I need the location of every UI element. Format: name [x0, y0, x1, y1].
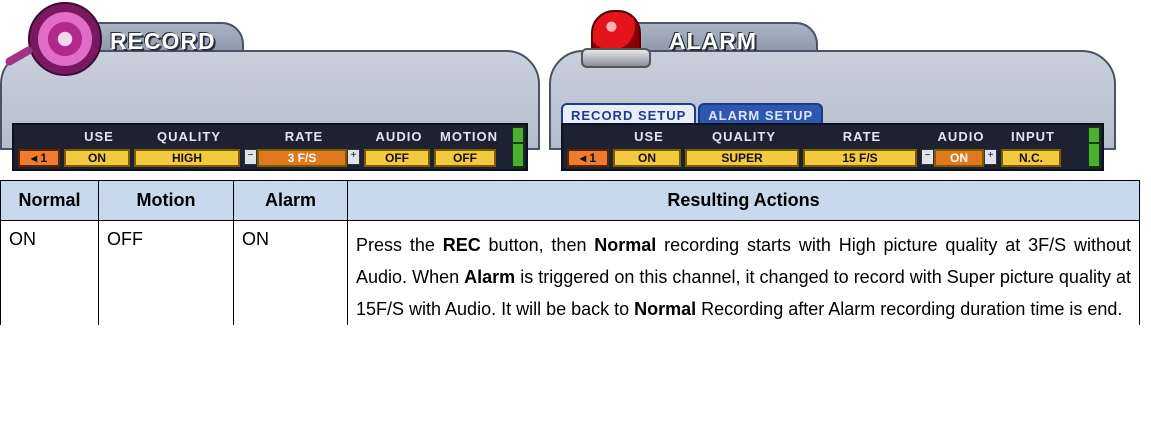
input-header: INPUT	[1011, 128, 1055, 144]
channel-number: 1	[589, 151, 597, 165]
bold-term: Normal	[594, 235, 657, 255]
channel-header	[563, 126, 613, 146]
audio-cell[interactable]: ON	[934, 149, 984, 167]
recording-actions-table: Normal Motion Alarm Resulting Actions ON…	[0, 180, 1140, 325]
audio-decrease-button[interactable]: −	[921, 149, 934, 165]
siren-base	[581, 48, 651, 68]
record-data-row: ◂ 1 ON HIGH − 3 F/S + OFF OFF	[14, 149, 526, 167]
bold-term: Alarm	[464, 267, 516, 287]
quality-cell[interactable]: SUPER	[685, 149, 799, 167]
channel-number: 1	[40, 151, 48, 165]
bold-term: Normal	[634, 299, 697, 319]
rate-cell[interactable]: 3 F/S	[257, 149, 347, 167]
quality-header: QUALITY	[711, 128, 777, 144]
rate-header: RATE	[842, 128, 882, 144]
quality-cell[interactable]: HIGH	[134, 149, 240, 167]
use-header: USE	[84, 128, 114, 144]
speaker-icon: ◂	[579, 151, 586, 165]
channel-header	[14, 126, 64, 146]
quality-header: QUALITY	[156, 128, 222, 144]
record-settings-grid: USE QUALITY RATE AUDIO MOTION ◂ 1 ON HIG…	[12, 123, 528, 171]
rate-cell[interactable]: 15 F/S	[803, 149, 917, 167]
siren-light-icon	[579, 8, 651, 68]
normal-column-header: Normal	[0, 180, 99, 221]
use-cell[interactable]: ON	[64, 149, 130, 167]
result-fragment: Press the	[356, 235, 443, 255]
scroll-up-button[interactable]	[512, 127, 524, 143]
scrollbar[interactable]	[1088, 143, 1100, 167]
result-fragment: Recording after Alarm recording duration…	[696, 299, 1123, 319]
scrollbar[interactable]	[512, 143, 524, 167]
audio-increase-button[interactable]: +	[984, 149, 997, 165]
alarm-header-row: USE QUALITY RATE AUDIO INPUT	[563, 126, 1102, 146]
audio-cell[interactable]: OFF	[364, 149, 430, 167]
rate-header: RATE	[284, 128, 324, 144]
alarm-data-row: ◂ 1 ON SUPER 15 F/S − ON + N.C.	[563, 149, 1102, 167]
speaker-icon: ◂	[30, 151, 37, 165]
motion-header: MOTION	[440, 128, 498, 144]
motion-cell[interactable]: OFF	[434, 149, 496, 167]
film-reel-icon	[28, 2, 102, 76]
scroll-up-button[interactable]	[1088, 127, 1100, 143]
alarm-cell: ON	[233, 220, 348, 325]
record-panel: RECORD USE QUALITY RATE AUDIO MOTION ◂ 1…	[0, 0, 540, 171]
result-text: Press the REC button, then Normal record…	[356, 229, 1131, 325]
alarm-column-header: Alarm	[233, 180, 348, 221]
audio-header: AUDIO	[375, 128, 423, 144]
normal-cell: ON	[0, 220, 99, 325]
input-cell[interactable]: N.C.	[1001, 149, 1061, 167]
use-header: USE	[634, 128, 664, 144]
record-header-row: USE QUALITY RATE AUDIO MOTION	[14, 126, 526, 146]
result-cell: Press the REC button, then Normal record…	[347, 220, 1140, 325]
resulting-actions-column-header: Resulting Actions	[347, 180, 1140, 221]
bold-term: REC	[442, 235, 481, 255]
result-fragment: button, then	[480, 235, 595, 255]
record-panel-title: RECORD	[110, 28, 216, 54]
channel-cell[interactable]: ◂ 1	[567, 149, 609, 167]
motion-column-header: Motion	[98, 180, 234, 221]
rate-decrease-button[interactable]: −	[244, 149, 257, 165]
rate-increase-button[interactable]: +	[347, 149, 360, 165]
motion-cell: OFF	[98, 220, 234, 325]
alarm-panel: ALARM RECORD SETUP ALARM SETUP USE QUALI…	[549, 0, 1116, 171]
table-row: ON OFF ON Press the REC button, then Nor…	[0, 220, 1140, 325]
alarm-panel-title: ALARM	[669, 28, 758, 54]
use-cell[interactable]: ON	[613, 149, 681, 167]
audio-header: AUDIO	[937, 128, 985, 144]
alarm-settings-grid: USE QUALITY RATE AUDIO INPUT ◂ 1 ON SUPE…	[561, 123, 1104, 171]
table-header-row: Normal Motion Alarm Resulting Actions	[0, 180, 1140, 221]
channel-cell[interactable]: ◂ 1	[18, 149, 60, 167]
